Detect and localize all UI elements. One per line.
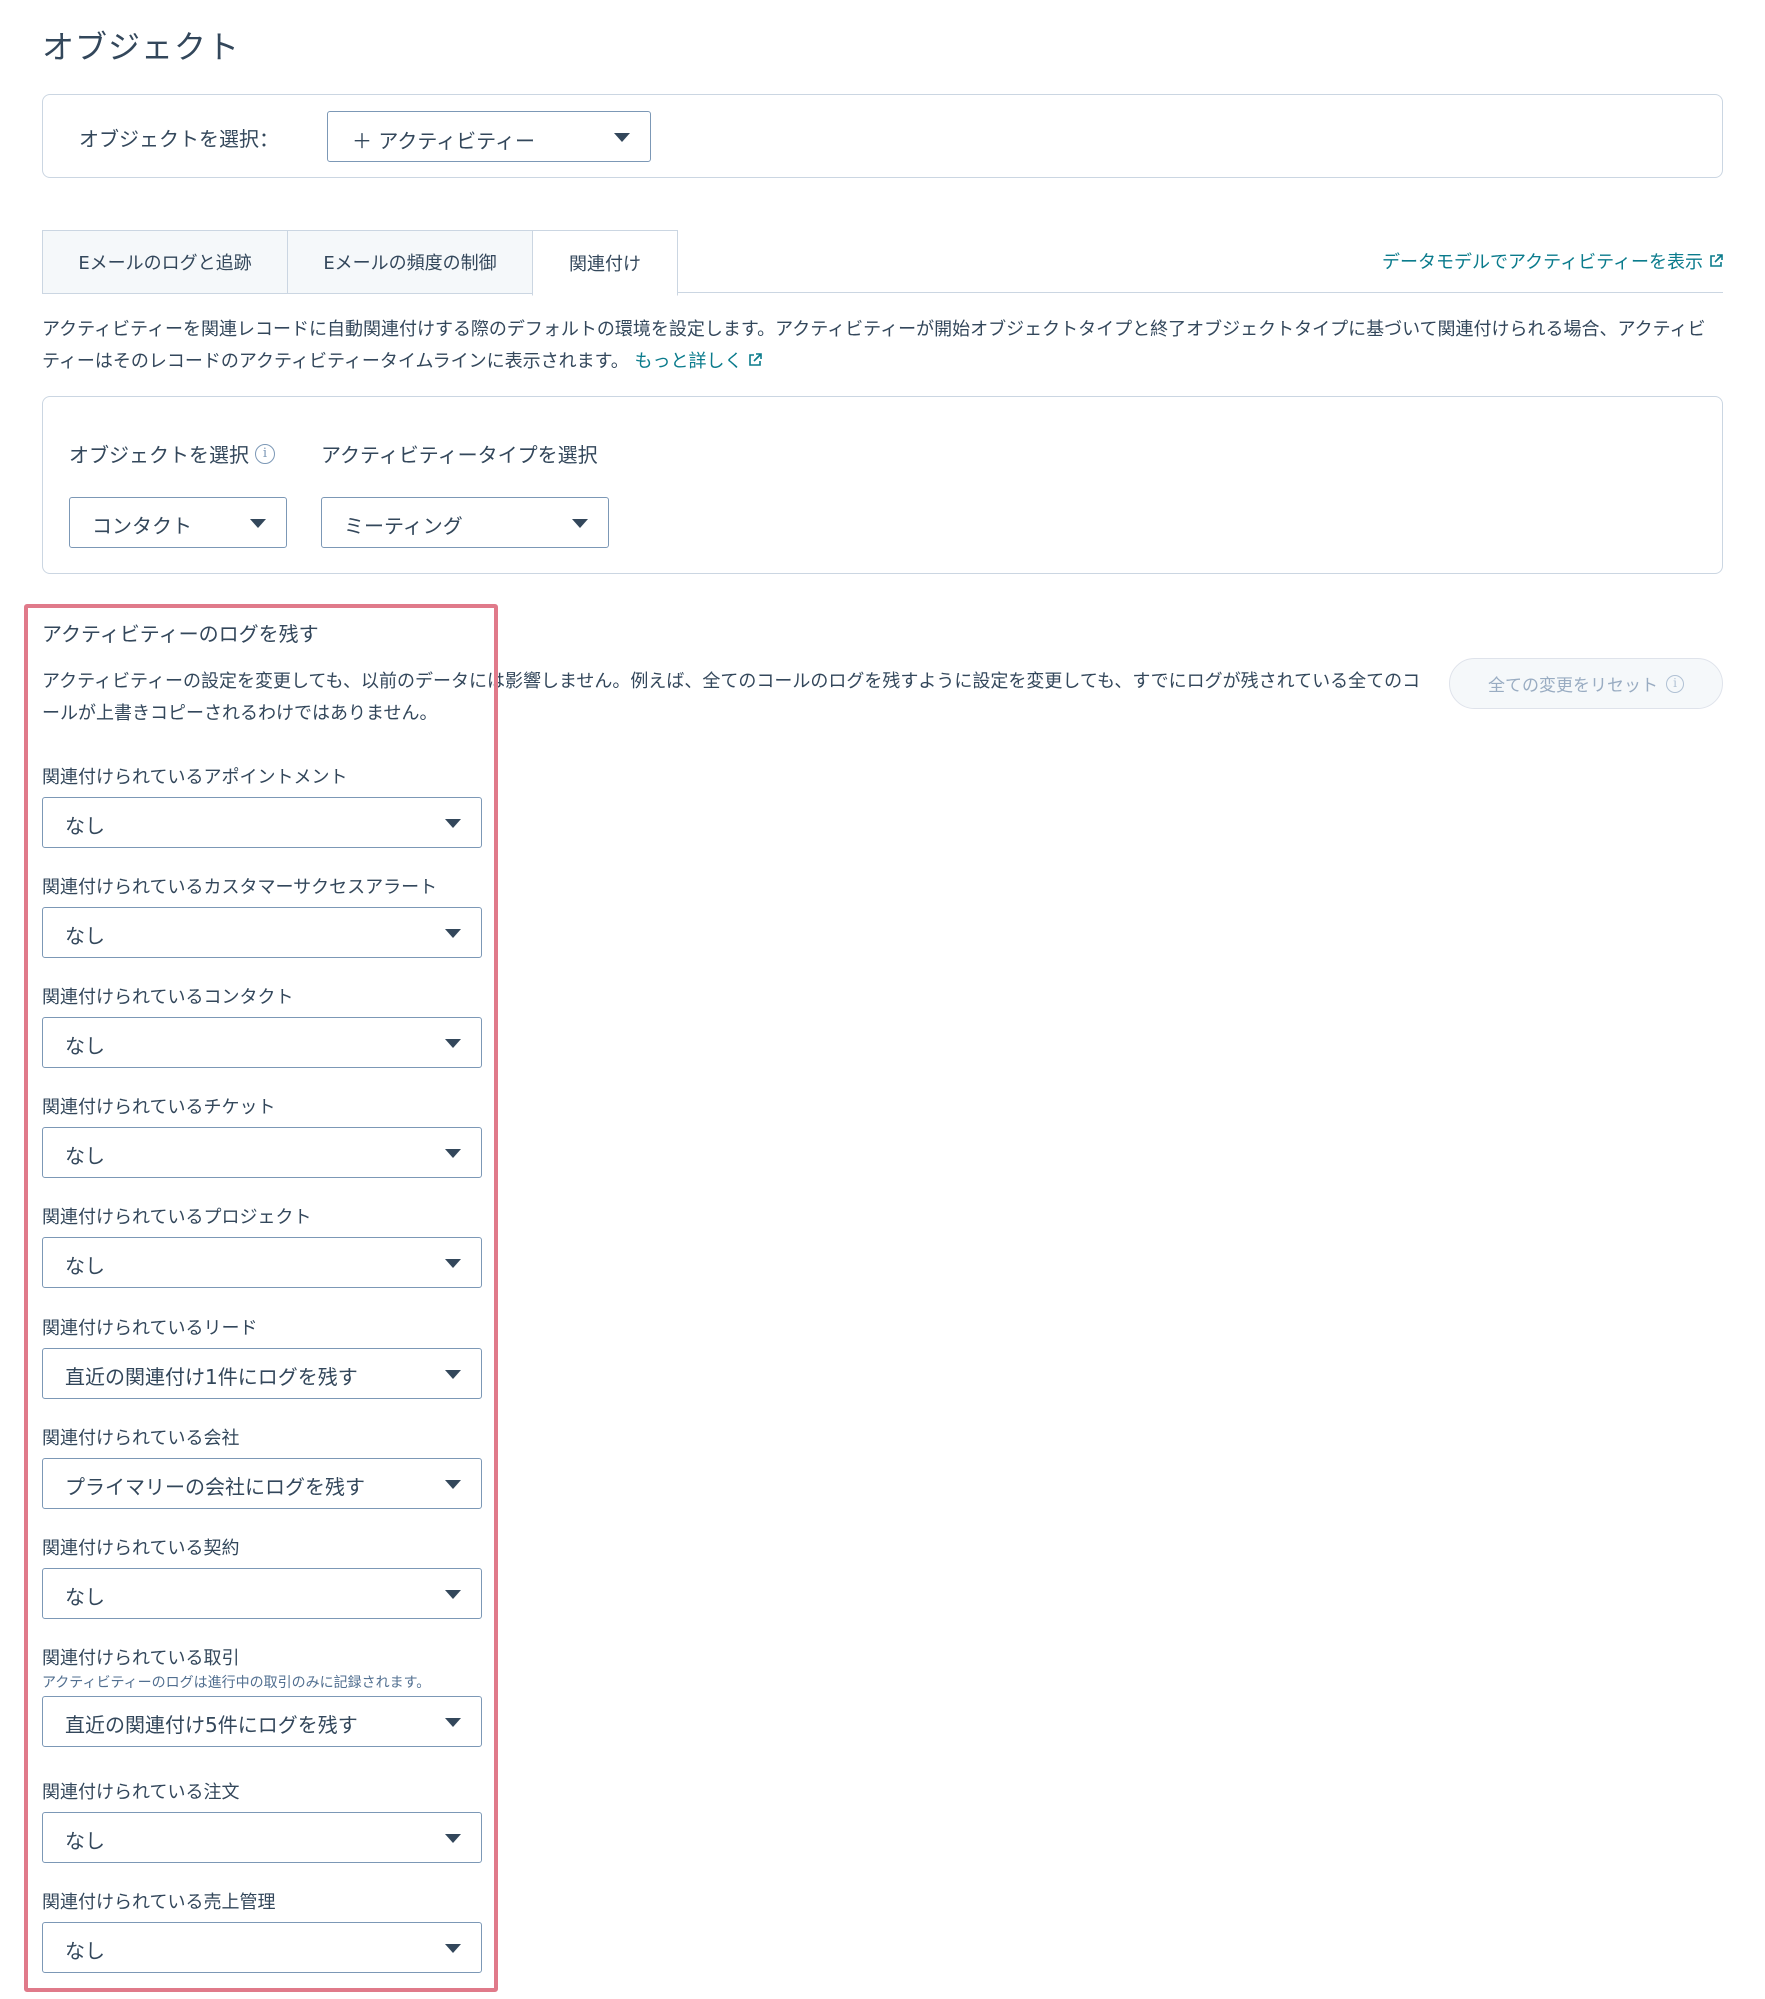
reset-all-label: 全ての変更をリセット — [1488, 676, 1658, 696]
tab-email-log-tracking[interactable]: Eメールのログと追跡 — [42, 230, 288, 294]
chevron-down-icon — [250, 519, 266, 528]
chevron-down-icon — [572, 519, 588, 528]
object-filter-label: オブジェクトを選択 i — [69, 439, 275, 468]
info-icon: i — [1666, 674, 1684, 693]
activity-type-value: ミーティング — [344, 514, 463, 538]
description-text: アクティビティーを関連レコードに自動関連付けする際のデフォルトの環境を設定します… — [42, 319, 1706, 372]
object-selector-card: オブジェクトを選択： ＋ アクティビティー — [42, 94, 1723, 178]
object-filter-dropdown[interactable]: コンタクト — [69, 497, 287, 548]
tab-email-frequency[interactable]: Eメールの頻度の制御 — [287, 230, 533, 294]
object-selector-label: オブジェクトを選択： — [79, 127, 279, 151]
object-filter-value: コンタクト — [92, 514, 192, 538]
reset-all-button[interactable]: 全ての変更をリセット i — [1449, 658, 1723, 709]
type-filter-label-text: アクティビティータイプを選択 — [321, 443, 598, 467]
external-link-icon — [749, 353, 763, 366]
activity-type-dropdown[interactable]: ミーティング — [321, 497, 609, 548]
chevron-down-icon — [614, 133, 630, 142]
tab-divider — [677, 292, 1723, 293]
associations-description: アクティビティーを関連レコードに自動関連付けする際のデフォルトの環境を設定します… — [42, 314, 1723, 378]
highlight-box — [24, 604, 498, 1992]
object-selector-dropdown[interactable]: ＋ アクティビティー — [327, 111, 651, 162]
tab-label: Eメールの頻度の制御 — [323, 253, 497, 274]
tab-label: 関連付け — [569, 254, 641, 275]
learn-more-link[interactable]: もっと詳しく — [635, 351, 763, 372]
data-model-link-text: データモデルでアクティビティーを表示 — [1382, 252, 1703, 273]
page-title: オブジェクト — [42, 28, 241, 66]
tab-label: Eメールのログと追跡 — [78, 253, 252, 274]
object-selector-value: ＋ アクティビティー — [352, 129, 535, 153]
data-model-link[interactable]: データモデルでアクティビティーを表示 — [1382, 248, 1723, 274]
tab-associations[interactable]: 関連付け — [532, 230, 678, 296]
object-filter-label-text: オブジェクトを選択 — [69, 443, 249, 467]
type-filter-label: アクティビティータイプを選択 — [321, 439, 598, 468]
external-link-icon — [1710, 254, 1723, 267]
learn-more-text: もっと詳しく — [634, 351, 743, 372]
info-icon[interactable]: i — [255, 443, 275, 464]
filter-card: オブジェクトを選択 i アクティビティータイプを選択 コンタクト ミーティング — [42, 396, 1723, 574]
